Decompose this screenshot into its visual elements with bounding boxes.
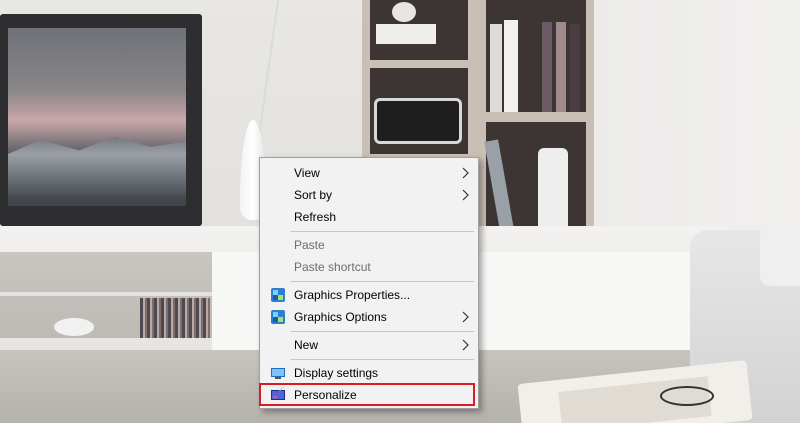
- menu-item-label: New: [294, 338, 319, 352]
- intel-graphics-icon: [271, 310, 285, 324]
- menu-item-sort-by[interactable]: Sort by: [262, 184, 476, 206]
- wallpaper-plant: [258, 0, 302, 130]
- menu-separator: [290, 331, 474, 332]
- chevron-right-icon: [462, 339, 469, 351]
- menu-item-new[interactable]: New: [262, 334, 476, 356]
- menu-item-graphics-options[interactable]: Graphics Options: [262, 306, 476, 328]
- desktop-context-menu: View Sort by Refresh Paste Paste shortcu…: [259, 157, 479, 409]
- menu-separator: [290, 359, 474, 360]
- highlight-box: [259, 383, 475, 406]
- menu-item-label: Paste shortcut: [294, 260, 371, 274]
- wall: [590, 0, 800, 240]
- menu-item-graphics-properties[interactable]: Graphics Properties...: [262, 284, 476, 306]
- menu-item-display-settings[interactable]: Display settings: [262, 362, 476, 384]
- menu-item-label: Graphics Options: [294, 310, 387, 324]
- menu-item-label: Graphics Properties...: [294, 288, 411, 302]
- menu-item-view[interactable]: View: [262, 162, 476, 184]
- wallpaper-tv: [0, 14, 202, 226]
- menu-item-label: View: [294, 166, 320, 180]
- menu-item-refresh[interactable]: Refresh: [262, 206, 476, 228]
- menu-item-paste-shortcut[interactable]: Paste shortcut: [262, 256, 476, 278]
- chevron-right-icon: [462, 189, 469, 201]
- chevron-right-icon: [462, 311, 469, 323]
- menu-item-paste[interactable]: Paste: [262, 234, 476, 256]
- intel-graphics-icon: [271, 288, 285, 302]
- menu-separator: [290, 281, 474, 282]
- menu-item-label: Refresh: [294, 210, 337, 224]
- wallpaper-glasses: [660, 386, 714, 406]
- menu-item-label: Paste: [294, 238, 325, 252]
- display-icon: [271, 368, 285, 379]
- menu-item-label: Display settings: [294, 366, 379, 380]
- chevron-right-icon: [462, 167, 469, 179]
- menu-separator: [290, 231, 474, 232]
- menu-item-label: Sort by: [294, 188, 333, 202]
